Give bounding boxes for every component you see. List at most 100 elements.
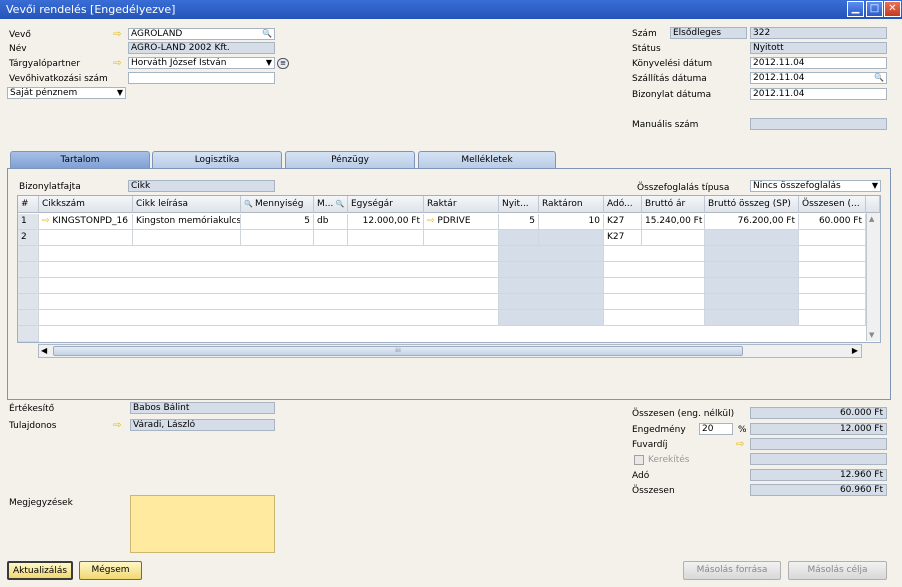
- grid-cell-itemcode[interactable]: ⇨ KINGSTONPD_16: [39, 214, 133, 230]
- grid-cell-quantity[interactable]: [241, 230, 314, 246]
- rounding-checkbox[interactable]: [634, 455, 644, 465]
- grid-cell-gross-total[interactable]: [705, 230, 799, 246]
- freight-field[interactable]: [750, 438, 887, 450]
- col-header-gross-price[interactable]: Bruttó ár: [642, 196, 705, 213]
- owner-field[interactable]: Váradi, László: [130, 419, 275, 431]
- close-button[interactable]: ✕: [884, 1, 901, 17]
- grid-cell-itemcode[interactable]: [39, 230, 133, 246]
- update-button[interactable]: Aktualizálás: [7, 561, 73, 580]
- grid-cell-description[interactable]: Kingston memóriakulcs: [133, 214, 241, 230]
- col-header-warehouse[interactable]: Raktár: [424, 196, 499, 213]
- col-header-gross-total[interactable]: Bruttó összeg (SP): [705, 196, 799, 213]
- scroll-right-icon[interactable]: ▶: [852, 346, 858, 355]
- link-arrow-icon[interactable]: ⇨: [427, 216, 437, 226]
- copy-to-button[interactable]: Másolás célja: [788, 561, 887, 580]
- chevron-down-icon[interactable]: ▼: [117, 88, 123, 98]
- col-header-total[interactable]: Összesen (...: [799, 196, 866, 213]
- summary-type-select[interactable]: Nincs összefoglalás ▼: [750, 180, 881, 192]
- row-number[interactable]: [18, 310, 39, 326]
- row-number[interactable]: 2: [18, 230, 39, 246]
- horizontal-scrollbar[interactable]: ◀ ⁞⁞⁞ ▶: [38, 344, 862, 358]
- grid-cell-instock[interactable]: [539, 230, 604, 246]
- grid-cell-description[interactable]: [133, 230, 241, 246]
- posting-date-field[interactable]: 2012.11.04: [750, 57, 887, 69]
- ref-field[interactable]: [128, 72, 275, 84]
- col-header-instock[interactable]: Raktáron: [539, 196, 604, 213]
- grid-cell-open[interactable]: 5: [499, 214, 539, 230]
- row-number[interactable]: [18, 294, 39, 310]
- name-field[interactable]: AGRO-LAND 2002 Kft.: [128, 42, 275, 54]
- row-number[interactable]: [18, 326, 39, 342]
- link-arrow-icon[interactable]: ⇨: [113, 421, 125, 431]
- grid-cell-unit-price[interactable]: [348, 230, 424, 246]
- link-arrow-icon[interactable]: ⇨: [42, 216, 52, 226]
- total-before-discount-field[interactable]: 60.000 Ft: [750, 407, 887, 419]
- grid-cell-uom[interactable]: db: [314, 214, 348, 230]
- rounding-field[interactable]: [750, 453, 887, 465]
- scroll-up-icon[interactable]: ▲: [869, 215, 874, 223]
- row-number[interactable]: [18, 246, 39, 262]
- tab-logistics[interactable]: Logisztika: [152, 151, 282, 168]
- grid-cell-warehouse[interactable]: [424, 230, 499, 246]
- col-header-quantity[interactable]: 🔍 Mennyiség: [241, 196, 314, 213]
- scroll-down-icon[interactable]: ▼: [869, 331, 874, 339]
- list-icon[interactable]: ≡: [277, 58, 289, 69]
- link-arrow-icon[interactable]: ⇨: [113, 30, 125, 40]
- discount-amount-field[interactable]: 12.000 Ft: [750, 423, 887, 435]
- tax-field[interactable]: 12.960 Ft: [750, 469, 887, 481]
- row-number[interactable]: [18, 262, 39, 278]
- col-header-uom[interactable]: M... 🔍: [314, 196, 348, 213]
- vertical-scrollbar[interactable]: ▲ ▼: [866, 213, 880, 341]
- grid-cell-quantity[interactable]: 5: [241, 214, 314, 230]
- col-header-itemcode[interactable]: Cikkszám: [39, 196, 133, 213]
- search-icon[interactable]: 🔍: [262, 29, 272, 39]
- scroll-left-icon[interactable]: ◀: [41, 346, 47, 355]
- customer-field[interactable]: AGROLAND 🔍: [128, 28, 275, 40]
- minimize-button[interactable]: ▁: [847, 1, 864, 17]
- link-arrow-icon[interactable]: ⇨: [113, 59, 125, 69]
- scroll-thumb[interactable]: ⁞⁞⁞: [53, 346, 743, 356]
- grid-cell-gross-price[interactable]: [642, 230, 705, 246]
- total-field[interactable]: 60.960 Ft: [750, 484, 887, 496]
- discount-percent-field[interactable]: 20: [699, 423, 733, 435]
- col-header-rownum[interactable]: #: [18, 196, 39, 213]
- grid-cell-total[interactable]: 60.000 Ft: [799, 214, 866, 230]
- grid-cell-gross-price[interactable]: 15.240,00 Ft: [642, 214, 705, 230]
- col-header-tax[interactable]: Adó...: [604, 196, 642, 213]
- chevron-down-icon[interactable]: ▼: [266, 58, 272, 68]
- doc-date-field[interactable]: 2012.11.04: [750, 88, 887, 100]
- tab-attachments[interactable]: Mellékletek: [418, 151, 556, 168]
- grid-cell-tax[interactable]: K27: [604, 230, 642, 246]
- link-arrow-icon[interactable]: ⇨: [736, 440, 748, 450]
- tab-content[interactable]: Tartalom: [10, 151, 150, 169]
- doctype-field[interactable]: Cikk: [128, 180, 275, 192]
- cancel-button[interactable]: Mégsem: [79, 561, 142, 580]
- grid-cell-unit-price[interactable]: 12.000,00 Ft: [348, 214, 424, 230]
- grid-cell-instock[interactable]: 10: [539, 214, 604, 230]
- grid-cell-gross-total[interactable]: 76.200,00 Ft: [705, 214, 799, 230]
- grid-cell-tax[interactable]: K27: [604, 214, 642, 230]
- row-number[interactable]: [18, 278, 39, 294]
- remarks-textarea[interactable]: [130, 495, 275, 553]
- col-header-description[interactable]: Cikk leírása: [133, 196, 241, 213]
- currency-select[interactable]: Saját pénznem ▼: [7, 87, 126, 99]
- col-header-open[interactable]: Nyit...: [499, 196, 539, 213]
- number-field[interactable]: 322: [750, 27, 887, 39]
- grid-cell-open[interactable]: [499, 230, 539, 246]
- status-field[interactable]: Nyitott: [750, 42, 887, 54]
- series-field[interactable]: Elsődleges: [670, 27, 747, 39]
- manual-number-field[interactable]: [750, 118, 887, 130]
- delivery-date-field[interactable]: 2012.11.04 🔍: [750, 72, 887, 84]
- col-header-unit-price[interactable]: Egységár: [348, 196, 424, 213]
- grid-cell-uom[interactable]: [314, 230, 348, 246]
- chevron-down-icon[interactable]: ▼: [872, 181, 878, 191]
- copy-from-button[interactable]: Másolás forrása: [683, 561, 781, 580]
- search-icon[interactable]: 🔍: [874, 73, 884, 83]
- sales-employee-field[interactable]: Babos Bálint: [130, 402, 275, 414]
- row-number[interactable]: 1: [18, 214, 39, 230]
- tab-finance[interactable]: Pénzügy: [285, 151, 415, 168]
- grid-cell-total[interactable]: [799, 230, 866, 246]
- contact-select[interactable]: Horváth József István ▼: [128, 57, 275, 69]
- maximize-button[interactable]: □: [866, 1, 883, 17]
- grid-cell-warehouse[interactable]: ⇨ PDRIVE: [424, 214, 499, 230]
